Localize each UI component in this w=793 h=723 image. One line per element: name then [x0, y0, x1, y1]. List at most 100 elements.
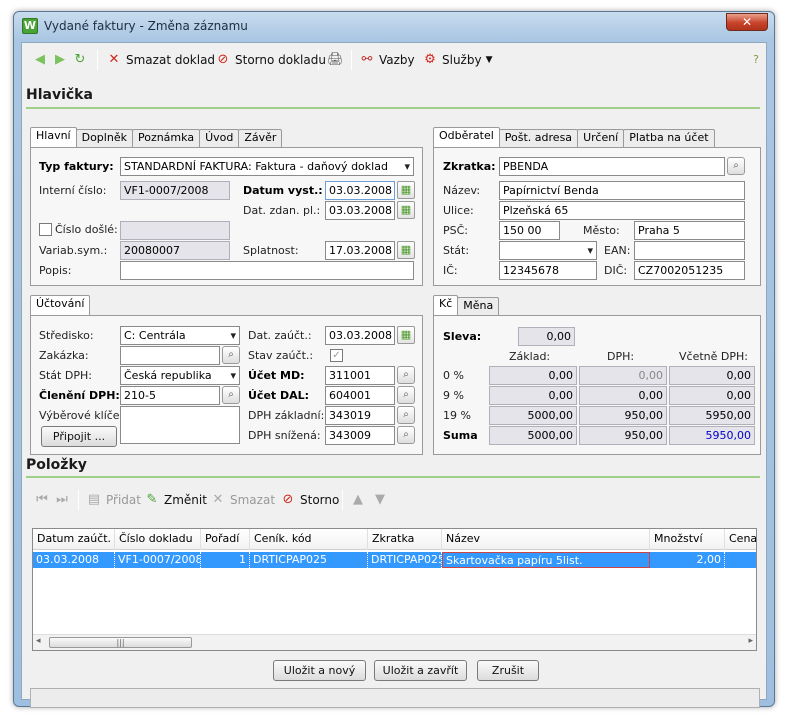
invoice-type-select[interactable]: STANDARDNÍ FAKTURA: Faktura - daňový dok… — [120, 157, 414, 176]
name-field[interactable]: Papírnictví Benda — [499, 181, 745, 200]
col-header[interactable]: Název — [442, 529, 650, 550]
grid-header: Datum zaúčt. Číslo dokladu Pořadí Ceník.… — [33, 529, 756, 550]
tab-platba[interactable]: Platba na účet — [623, 129, 715, 147]
keys-field[interactable] — [120, 406, 240, 444]
col-header[interactable]: Číslo dokladu — [115, 529, 201, 550]
storno-item-button[interactable]: ⊘ Storno — [280, 491, 340, 509]
scroll-right-icon[interactable]: ▸ — [748, 636, 753, 646]
delete-doc-button[interactable]: ✕ Smazat doklad — [106, 51, 216, 69]
order-field[interactable] — [120, 346, 220, 365]
search-icon[interactable]: ⌕ — [397, 426, 415, 444]
country-select[interactable] — [499, 241, 597, 260]
col-header[interactable]: Pořadí — [201, 529, 250, 550]
tab-uctovani[interactable]: Účtování — [30, 295, 91, 315]
move-up-icon[interactable]: ▲ — [350, 491, 366, 509]
search-icon[interactable]: ⌕ — [727, 157, 745, 175]
tax-date-field[interactable]: 03.03.2008 — [325, 201, 395, 220]
forward-icon[interactable]: ▶ — [52, 51, 68, 69]
edit-item-button[interactable]: ✎ Změnit — [144, 491, 207, 509]
received-no-checkbox[interactable] — [39, 223, 52, 236]
move-down-icon[interactable]: ▼ — [372, 491, 388, 509]
tab-doplnek[interactable]: Doplněk — [75, 129, 133, 147]
table-row[interactable]: 03.03.2008 VF1-0007/2008 1 DRTICPAP025 D… — [33, 552, 756, 568]
tab-mena[interactable]: Měna — [457, 297, 500, 315]
tax-date-label: Dat. zdan. pl.: — [243, 204, 321, 217]
col-header[interactable]: Množství — [650, 529, 725, 550]
tab-odberatel[interactable]: Odběratel — [433, 127, 500, 147]
ean-field[interactable] — [634, 241, 745, 260]
street-field[interactable]: Plzeňská 65 — [499, 201, 745, 220]
calendar-icon[interactable]: ▦ — [397, 181, 415, 199]
tab-poznamka[interactable]: Poznámka — [131, 129, 201, 147]
storno-doc-button[interactable]: ⊘ Storno dokladu — [215, 51, 326, 69]
due-field[interactable]: 17.03.2008 — [325, 241, 395, 260]
links-button[interactable]: ⚯ Vazby — [359, 51, 415, 69]
tab-zaver[interactable]: Závěr — [238, 129, 283, 147]
short-field[interactable]: PBENDA — [499, 157, 725, 176]
col-base-label: Základ: — [509, 350, 551, 363]
dal-field[interactable]: 604001 — [325, 386, 395, 405]
tab-urceni[interactable]: Určení — [577, 129, 625, 147]
search-icon[interactable]: ⌕ — [397, 386, 415, 404]
attach-button[interactable]: Připojit ... — [41, 426, 117, 447]
close-button[interactable]: ✕ — [726, 13, 768, 31]
center-select[interactable]: C: Centrála — [120, 326, 240, 345]
cell: DRTICPAP025 — [250, 552, 368, 568]
services-button[interactable]: ⚙ Služby ▼ — [422, 51, 492, 69]
tab-uvod[interactable]: Úvod — [199, 129, 240, 147]
main-toolbar: ◀ ▶ ↻ ✕ Smazat doklad ⊘ Storno dokladu 🖨 ⚯… — [22, 43, 766, 77]
cancel-button[interactable]: Zrušit — [477, 660, 539, 681]
print-icon[interactable]: 🖨 — [327, 51, 344, 69]
vat-class-label: Členění DPH: — [39, 389, 120, 402]
col-header[interactable]: Ceník. kód — [250, 529, 368, 550]
search-icon[interactable]: ⌕ — [397, 366, 415, 384]
issue-date-field[interactable]: 03.03.2008 — [325, 181, 395, 200]
desc-field[interactable] — [120, 261, 414, 280]
title-bar[interactable]: W Vydané faktury - Změna záznamu ✕ — [14, 12, 774, 40]
save-new-button[interactable]: Uložit a nový — [273, 660, 366, 681]
save-close-button[interactable]: Uložit a zavřít — [374, 660, 467, 681]
vat-state-select[interactable]: Česká republika — [120, 366, 240, 385]
horizontal-scrollbar[interactable]: ◂ ||| ▸ — [33, 634, 756, 650]
vat-base-field[interactable]: 343019 — [325, 406, 395, 425]
acc-date-field[interactable]: 03.03.2008 — [325, 326, 395, 345]
header-section-title: Hlavička — [26, 87, 93, 103]
tab-post-adresa[interactable]: Pošt. adresa — [498, 129, 579, 147]
total-0: 0,00 — [669, 366, 755, 385]
vat-class-field[interactable]: 210-5 — [120, 386, 220, 405]
header-tabs: Hlavní Doplněk Poznámka Úvod Závěr — [30, 127, 283, 147]
delete-item-button[interactable]: ✕ Smazat — [210, 491, 275, 509]
edit-item-label: Změnit — [164, 493, 207, 507]
first-record-icon[interactable]: ⏮ — [34, 491, 50, 509]
dic-field[interactable]: CZ7002051235 — [634, 261, 745, 280]
col-header[interactable]: Cena z — [725, 529, 756, 550]
row-label: 0 % — [443, 369, 464, 382]
refresh-icon[interactable]: ↻ — [72, 51, 88, 69]
tab-kc[interactable]: Kč — [433, 295, 459, 315]
search-icon[interactable]: ⌕ — [222, 386, 240, 404]
window-title: Vydané faktury - Změna záznamu — [44, 19, 248, 33]
links-icon: ⚯ — [361, 52, 373, 67]
search-icon[interactable]: ⌕ — [397, 406, 415, 424]
vat-low-field[interactable]: 343009 — [325, 426, 395, 445]
calendar-icon[interactable]: ▦ — [397, 326, 415, 344]
base-0: 0,00 — [489, 366, 577, 385]
cell: VF1-0007/2008 — [115, 552, 201, 568]
ic-field[interactable]: 12345678 — [499, 261, 597, 280]
md-field[interactable]: 311001 — [325, 366, 395, 385]
base-9: 0,00 — [489, 386, 577, 405]
calendar-icon[interactable]: ▦ — [397, 201, 415, 219]
col-header[interactable]: Zkratka — [368, 529, 442, 550]
help-icon[interactable]: ? — [748, 51, 764, 69]
tab-hlavni[interactable]: Hlavní — [30, 127, 77, 147]
zip-field[interactable]: 150 00 — [499, 221, 560, 240]
search-icon[interactable]: ⌕ — [222, 346, 240, 364]
scroll-left-icon[interactable]: ◂ — [36, 636, 41, 646]
calendar-icon[interactable]: ▦ — [397, 241, 415, 259]
scroll-thumb[interactable]: ||| — [49, 637, 192, 648]
last-record-icon[interactable]: ⏭ — [54, 491, 70, 509]
back-icon[interactable]: ◀ — [32, 51, 48, 69]
col-header[interactable]: Datum zaúčt. — [33, 529, 115, 550]
add-item-button[interactable]: ▤ Přidat — [86, 491, 141, 509]
city-field[interactable]: Praha 5 — [634, 221, 745, 240]
